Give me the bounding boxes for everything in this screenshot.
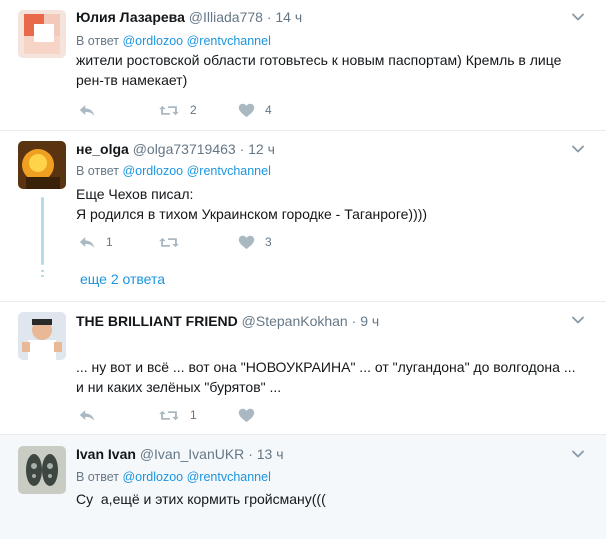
tweet-text: Су а,ещё и этих кормить гройсману((( (76, 491, 326, 507)
like-button[interactable] (238, 405, 265, 425)
mention-link[interactable]: @rentvchannel (187, 34, 271, 48)
reply-context: В ответ @ordlozoo @rentvchannel (76, 34, 271, 48)
retweet-count: 1 (190, 408, 197, 422)
chevron-down-icon[interactable] (572, 13, 584, 21)
avatar[interactable] (18, 10, 66, 58)
reply-context: В ответ @ordlozoo @rentvchannel (76, 470, 271, 484)
thread-line (41, 197, 44, 265)
avatar-image (18, 10, 66, 58)
like-button[interactable]: 4 (238, 100, 272, 120)
tweet-text: Еще Чехов писал: Я родился в тихом Украи… (76, 186, 428, 222)
heart-icon (238, 235, 255, 250)
avatar[interactable] (18, 446, 66, 494)
mention-link[interactable]: @ordlozoo (122, 34, 183, 48)
avatar[interactable] (18, 141, 66, 189)
reply-prefix: В ответ (76, 34, 119, 48)
display-name[interactable]: Юлия Лазарева (76, 9, 185, 25)
retweet-button[interactable]: 1 (158, 405, 197, 425)
tweet-text: ... ну вот и всё ... вот она "НОВОУКРАИН… (76, 359, 576, 395)
display-name[interactable]: не_olga (76, 141, 129, 157)
mention-link[interactable]: @rentvchannel (187, 470, 271, 484)
timestamp[interactable]: 14 ч (275, 9, 302, 25)
reply-prefix: В ответ (76, 164, 119, 178)
thread-dot (41, 270, 44, 272)
timestamp[interactable]: 9 ч (360, 313, 379, 329)
retweet-icon (158, 103, 180, 118)
avatar-image (18, 312, 66, 360)
reply-context: В ответ @ordlozoo @rentvchannel (76, 164, 271, 178)
tweet[interactable]: Ivan Ivan @Ivan_IvanUKR · 13 ч В ответ @… (0, 435, 606, 539)
show-more-replies-link[interactable]: еще 2 ответа (80, 271, 165, 287)
retweet-button[interactable]: 2 (158, 100, 197, 120)
user-handle[interactable]: @Ivan_IvanUKR (140, 446, 244, 462)
heart-icon (238, 103, 255, 118)
mention-link[interactable]: @ordlozoo (122, 164, 183, 178)
like-count: 4 (265, 103, 272, 117)
user-handle[interactable]: @olga73719463 (133, 141, 236, 157)
retweet-button[interactable] (158, 232, 190, 252)
separator-dot: · (351, 313, 357, 329)
reply-prefix: В ответ (76, 470, 119, 484)
reply-icon (78, 408, 96, 423)
chevron-down-icon[interactable] (572, 145, 584, 153)
retweet-count: 2 (190, 103, 197, 117)
timestamp[interactable]: 13 ч (257, 446, 284, 462)
tweet-header: Ivan Ivan @Ivan_IvanUKR · 13 ч (76, 446, 284, 462)
reply-button[interactable] (78, 100, 96, 120)
chevron-down-icon[interactable] (572, 450, 584, 458)
separator-dot: · (266, 9, 272, 25)
timestamp[interactable]: 12 ч (248, 141, 275, 157)
tweet-header: Юлия Лазарева @Illiada778 · 14 ч (76, 9, 302, 25)
retweet-icon (158, 235, 180, 250)
mention-link[interactable]: @rentvchannel (187, 164, 271, 178)
tweet[interactable]: THE BRILLIANT FRIEND @StepanKokhan · 9 ч… (0, 302, 606, 435)
reply-icon (78, 103, 96, 118)
separator-dot: · (239, 141, 245, 157)
reply-button[interactable]: 1 (78, 232, 113, 252)
tweet-header: не_olga @olga73719463 · 12 ч (76, 141, 275, 157)
reply-button[interactable] (78, 405, 96, 425)
tweet-text: жители ростовской области готовьтесь к н… (76, 52, 562, 88)
like-count: 3 (265, 235, 272, 249)
display-name[interactable]: THE BRILLIANT FRIEND (76, 313, 238, 329)
user-handle[interactable]: @StepanKokhan (242, 313, 348, 329)
retweet-icon (158, 408, 180, 423)
thread-dot (41, 275, 44, 277)
chevron-down-icon[interactable] (572, 316, 584, 324)
avatar-image (18, 141, 66, 189)
mention-link[interactable]: @ordlozoo (122, 470, 183, 484)
display-name[interactable]: Ivan Ivan (76, 446, 136, 462)
user-handle[interactable]: @Illiada778 (189, 9, 263, 25)
avatar[interactable] (18, 312, 66, 360)
reply-count: 1 (106, 235, 113, 249)
avatar-image (18, 446, 66, 494)
tweet[interactable]: не_olga @olga73719463 · 12 ч В ответ @or… (0, 131, 606, 302)
tweet-header: THE BRILLIANT FRIEND @StepanKokhan · 9 ч (76, 313, 379, 329)
like-button[interactable]: 3 (238, 232, 272, 252)
tweet[interactable]: Юлия Лазарева @Illiada778 · 14 ч В ответ… (0, 0, 606, 131)
heart-icon (238, 408, 255, 423)
reply-icon (78, 235, 96, 250)
separator-dot: · (248, 446, 253, 462)
